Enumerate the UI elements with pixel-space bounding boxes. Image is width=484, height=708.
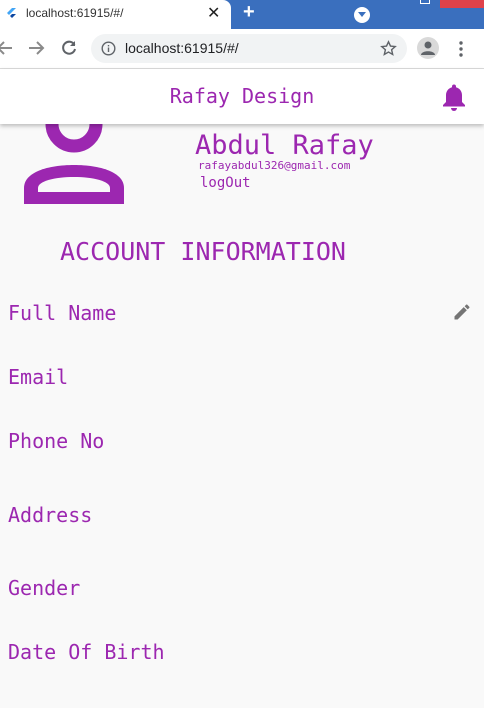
- field-label-gender: Gender: [8, 576, 81, 600]
- reload-icon[interactable]: [60, 39, 78, 57]
- flutter-icon: [7, 8, 16, 18]
- user-name: Abdul Rafay: [195, 130, 374, 161]
- browser-toolbar: localhost:61915/#/: [0, 29, 484, 69]
- info-icon[interactable]: [101, 41, 116, 56]
- menu-dots-icon[interactable]: [459, 41, 463, 57]
- person-icon: [24, 110, 124, 204]
- tab-close-icon[interactable]: ✕: [207, 3, 220, 23]
- tab-dropdown-icon[interactable]: [354, 7, 370, 23]
- address-bar[interactable]: localhost:61915/#/: [91, 34, 407, 63]
- browser-tab[interactable]: localhost:61915/#/ ✕: [0, 0, 231, 29]
- maximize-icon[interactable]: [420, 0, 430, 4]
- browser-tab-strip: localhost:61915/#/ ✕ +: [0, 0, 484, 29]
- profile-icon[interactable]: [417, 37, 439, 59]
- field-label-email: Email: [8, 365, 69, 389]
- app-bar: Rafay Design: [0, 69, 484, 124]
- app-title: Rafay Design: [169, 84, 315, 108]
- bell-icon[interactable]: [442, 83, 466, 111]
- forward-arrow-icon[interactable]: [27, 39, 45, 57]
- field-label-phone: Phone No: [8, 429, 105, 453]
- back-arrow-icon[interactable]: [0, 39, 14, 57]
- pencil-icon[interactable]: [452, 302, 472, 322]
- field-label-full-name: Full Name: [8, 301, 117, 325]
- tab-title: localhost:61915/#/: [26, 6, 124, 20]
- url-text[interactable]: localhost:61915/#/: [125, 40, 239, 56]
- field-label-date-of-birth: Date Of Birth: [8, 640, 165, 664]
- star-icon[interactable]: [380, 40, 397, 57]
- logout-button[interactable]: logOut: [200, 175, 251, 191]
- new-tab-button[interactable]: +: [243, 1, 255, 24]
- window-close-button[interactable]: [440, 0, 484, 8]
- field-label-address: Address: [8, 503, 93, 527]
- section-title: ACCOUNT INFORMATION: [60, 237, 346, 266]
- user-email: rafayabdul326@gmail.com: [198, 159, 351, 172]
